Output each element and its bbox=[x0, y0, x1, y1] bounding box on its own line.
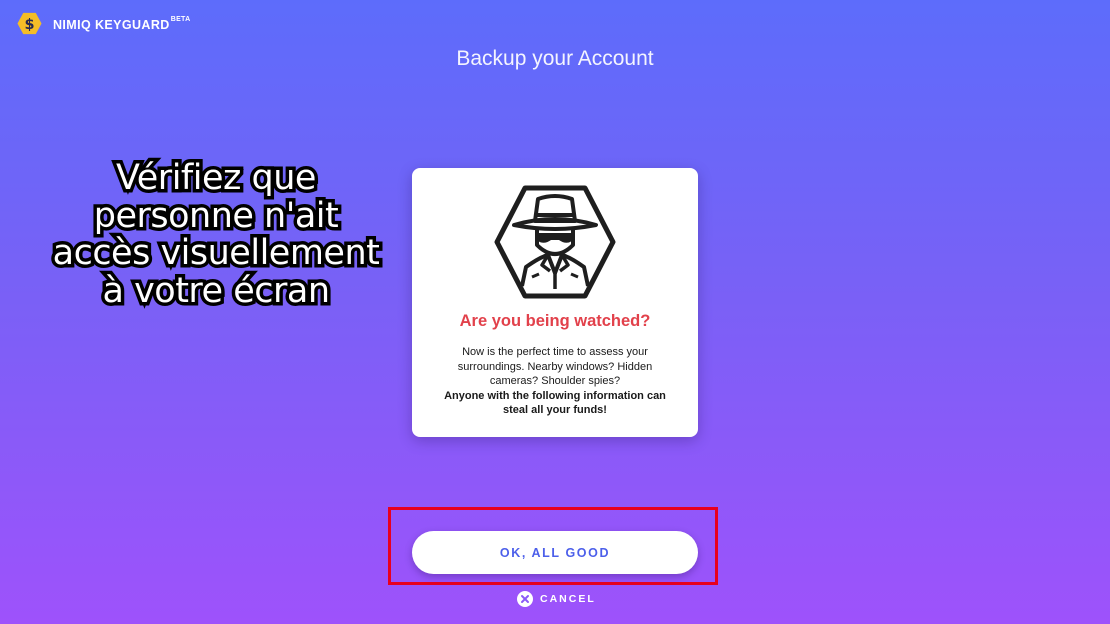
spy-icon bbox=[494, 185, 616, 299]
warning-heading: Are you being watched? bbox=[459, 312, 651, 330]
overlay-caption-line: personne n'ait bbox=[90, 194, 342, 238]
svg-text:$: $ bbox=[24, 17, 34, 33]
page-title: Backup your Account bbox=[456, 47, 654, 70]
cancel-button[interactable]: CANCEL bbox=[517, 591, 596, 607]
app-name: NIMIQ KEYGUARD bbox=[53, 17, 170, 32]
cancel-label: CANCEL bbox=[540, 593, 596, 605]
warning-text-line: surroundings. Nearby windows? Hidden bbox=[457, 360, 653, 373]
funds-warning-line: Anyone with the following information ca… bbox=[444, 389, 666, 402]
funds-warning-line: steal all your funds! bbox=[503, 404, 607, 417]
close-circle-icon bbox=[517, 591, 533, 607]
app-brand: $ NIMIQ KEYGUARD BETA bbox=[17, 11, 190, 36]
beta-badge: BETA bbox=[170, 15, 191, 23]
overlay-caption: Vérifiez que personne n'ait accès visuelle… bbox=[16, 156, 416, 313]
ok-all-good-button[interactable]: OK, ALL GOOD bbox=[412, 531, 698, 574]
warning-text: Now is the perfect time to assess your s… bbox=[432, 345, 678, 418]
nimiq-logo-icon: $ bbox=[17, 12, 42, 35]
warning-card: Are you being watched? Now is the perfec… bbox=[412, 168, 698, 437]
overlay-caption-line: accès visuellement bbox=[49, 231, 383, 275]
warning-text-line: Now is the perfect time to assess your bbox=[462, 346, 648, 358]
overlay-caption-line: Vérifiez que bbox=[113, 156, 320, 200]
overlay-caption-line: à votre écran bbox=[99, 269, 334, 313]
warning-text-line: cameras? Shoulder spies? bbox=[489, 375, 621, 388]
